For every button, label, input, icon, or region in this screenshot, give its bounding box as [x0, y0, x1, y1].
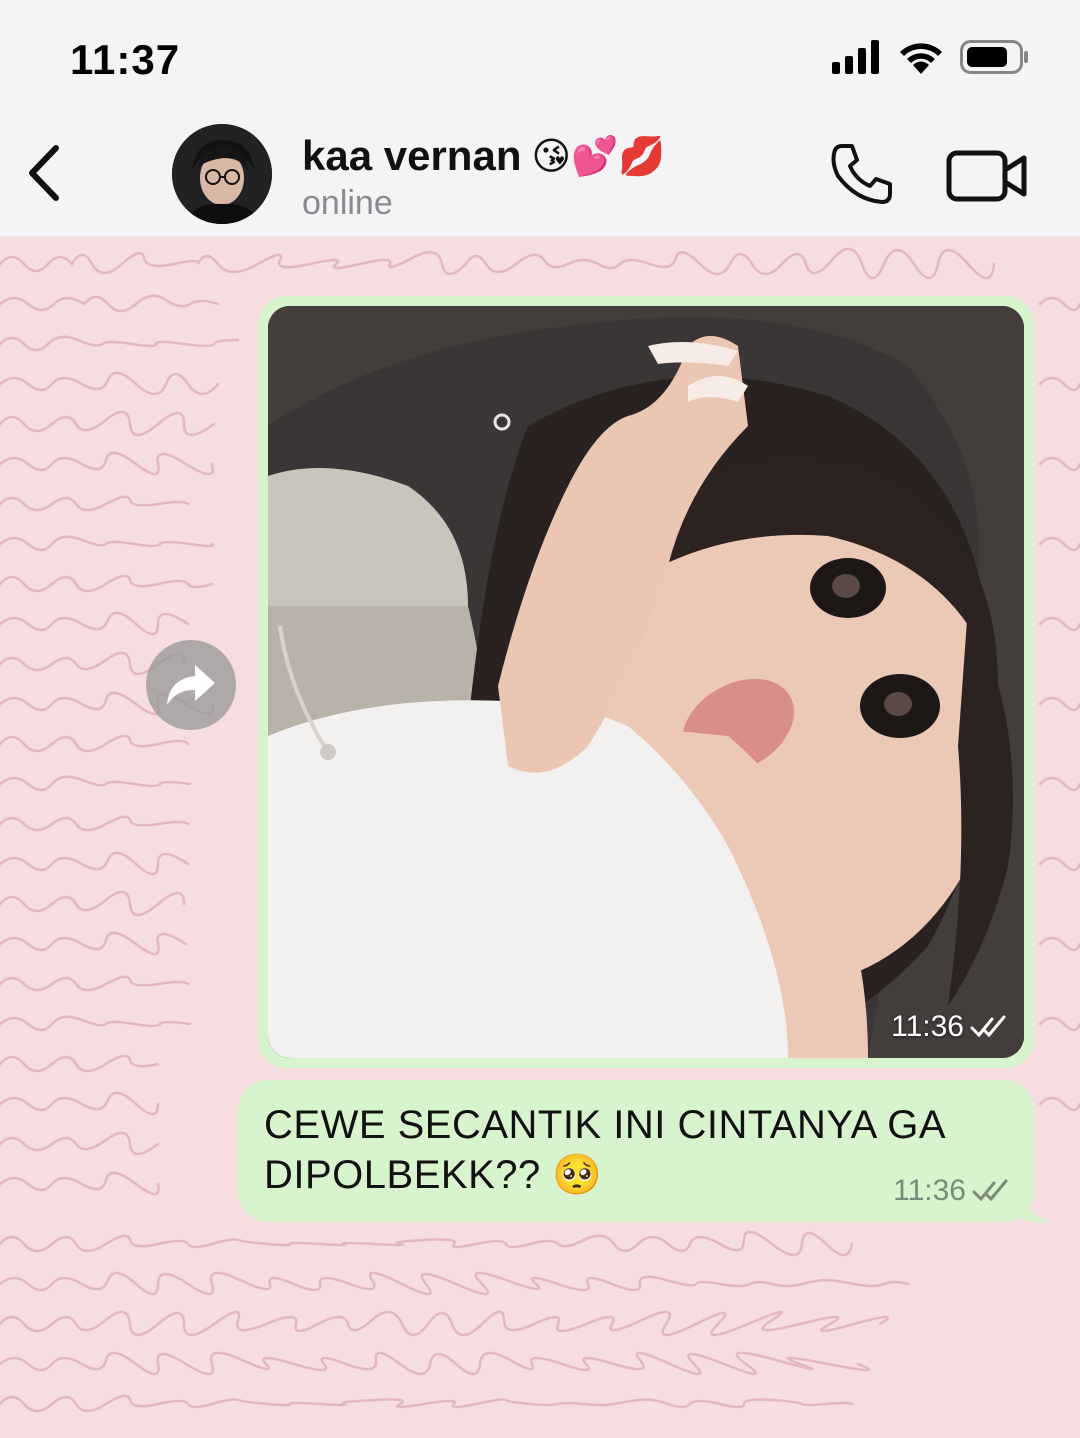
contact-name[interactable]: kaa vernan 😘💕💋: [302, 132, 666, 180]
wifi-icon: [900, 43, 942, 74]
forward-button[interactable]: [146, 640, 236, 730]
video-call-button[interactable]: [946, 148, 1030, 204]
photo-time-text: 11:36: [891, 1010, 964, 1043]
avatar[interactable]: [172, 124, 272, 224]
message-photo[interactable]: 11:36: [268, 306, 1024, 1058]
voice-call-button[interactable]: [826, 140, 896, 210]
status-icons: [832, 40, 1030, 74]
chat-header: kaa vernan 😘💕💋 online: [0, 110, 1080, 236]
back-chevron-icon: [29, 145, 59, 201]
bubble-tail: [1020, 1188, 1052, 1223]
contact-name-text: kaa vernan: [302, 132, 522, 179]
message-timestamp: 11:36: [893, 1174, 1010, 1208]
text-message-bubble[interactable]: CEWE SECANTIK INI CINTANYA GA DIPOLBEKK?…: [238, 1080, 1034, 1222]
cellular-signal-icon: [832, 40, 879, 74]
photo-image: [268, 306, 1024, 1058]
status-bar: 11:37: [0, 0, 1080, 110]
phone-icon: [831, 144, 892, 204]
photo-timestamp: 11:36: [891, 1010, 1008, 1044]
double-check-icon: [972, 1179, 1008, 1202]
back-button[interactable]: [20, 140, 70, 206]
video-camera-icon: [946, 150, 1027, 202]
avatar-image: [172, 124, 272, 224]
battery-icon: [960, 40, 1028, 74]
chat-area: 11:36 CEWE SECANTIK INI CINTANYA GA DIPO…: [0, 236, 1080, 1438]
image-message-bubble: 11:36: [258, 296, 1034, 1068]
message-time-text: 11:36: [893, 1174, 966, 1207]
contact-status: online: [302, 184, 393, 222]
double-check-icon: [970, 1015, 1006, 1038]
status-time: 11:37: [70, 36, 181, 83]
contact-name-emoji: 😘💕💋: [531, 135, 666, 178]
forward-arrow-icon: [167, 665, 215, 705]
